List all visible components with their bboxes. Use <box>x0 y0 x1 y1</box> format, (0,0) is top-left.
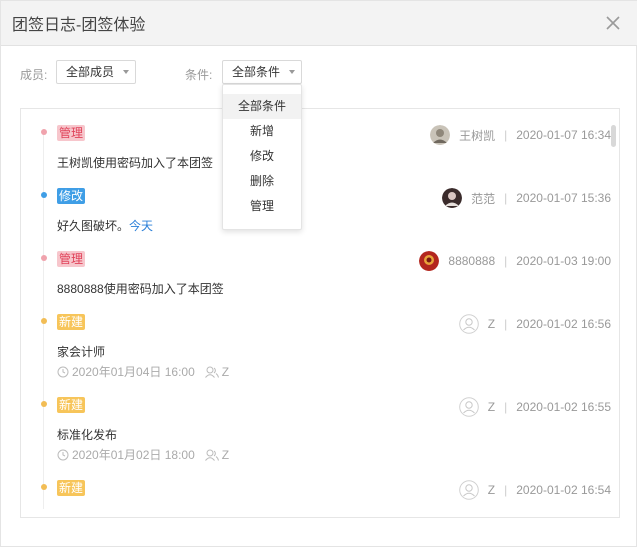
chevron-down-icon <box>123 70 129 74</box>
dropdown-option-manage[interactable]: 管理 <box>223 194 301 219</box>
log-entry: 新建 家会计师 2020年01月04日 16:00 Z Z | 2020-01-… <box>21 314 611 384</box>
entry-meta-right: 8880888 | 2020-01-03 19:00 <box>419 251 611 271</box>
tag-badge: 新建 <box>57 480 86 496</box>
dialog-title: 团签日志-团签体验 <box>12 17 146 34</box>
timeline-dot <box>41 318 47 324</box>
due-date: 2020年01月02日 18:00 <box>72 448 195 462</box>
user-name: Z <box>487 483 496 497</box>
timeline-dot <box>41 129 47 135</box>
timestamp: 2020-01-02 16:56 <box>516 317 611 331</box>
dialog-header: 团签日志-团签体验 <box>1 1 637 46</box>
scrollbar-thumb[interactable] <box>611 125 616 147</box>
entry-meta-right: Z | 2020-01-02 16:54 <box>458 480 611 500</box>
default-user-icon <box>458 480 479 500</box>
timeline-dot <box>41 401 47 407</box>
avatar <box>442 188 463 208</box>
tag-badge: 修改 <box>57 188 86 204</box>
due-date: 2020年01月04日 16:00 <box>72 365 195 379</box>
tag-badge: 管理 <box>57 251 86 267</box>
log-entry: 管理 8880888使用密码加入了本团签 8880888 | 2020-01-0… <box>21 251 611 301</box>
condition-select[interactable]: 全部条件 <box>222 60 302 84</box>
separator: | <box>504 128 508 142</box>
separator: | <box>504 191 508 205</box>
default-user-icon <box>458 314 479 334</box>
entry-content: 好久图破坏。今天 <box>57 219 154 233</box>
entry-details: 2020年01月04日 16:00 Z <box>57 363 229 380</box>
separator: | <box>504 483 508 497</box>
timeline-dot <box>41 192 47 198</box>
assignee-icon <box>204 449 219 461</box>
clock-icon <box>57 366 69 377</box>
separator: | <box>504 400 508 414</box>
entry-meta-right: 王树凯 | 2020-01-07 16:34 <box>430 125 611 145</box>
user-name: Z <box>487 317 496 331</box>
dropdown-option-modify[interactable]: 修改 <box>223 144 301 169</box>
tag-badge: 新建 <box>57 397 86 413</box>
avatar <box>430 125 451 145</box>
avatar <box>419 251 440 271</box>
condition-select-value: 全部条件 <box>232 65 281 79</box>
timeline-dot <box>41 255 47 261</box>
assignee-icon <box>204 366 219 378</box>
log-entry: 新建 Z | 2020-01-02 16:54 <box>21 480 611 510</box>
log-list-panel[interactable]: 管理 王树凯使用密码加入了本团签 王树凯 | 2020-01-07 16:34 … <box>20 108 620 518</box>
content-link[interactable]: 今天 <box>129 219 153 233</box>
timestamp: 2020-01-07 16:34 <box>516 128 611 142</box>
member-select-value: 全部成员 <box>66 65 115 79</box>
chevron-down-icon <box>289 70 295 74</box>
close-icon[interactable] <box>602 12 624 34</box>
log-entry: 修改 好久图破坏。今天 范范 | 2020-01-07 15:36 <box>21 188 611 238</box>
condition-filter-label: 条件: <box>185 68 213 82</box>
entry-details: 2020年01月02日 18:00 Z <box>57 446 229 463</box>
member-filter-label: 成员: <box>20 68 48 82</box>
user-name: Z <box>487 400 496 414</box>
user-name: 8880888 <box>448 254 496 268</box>
separator: | <box>504 317 508 331</box>
condition-dropdown-menu: 全部条件 新增 修改 删除 管理 <box>222 84 302 230</box>
timestamp: 2020-01-07 15:36 <box>516 191 611 205</box>
separator: | <box>504 254 508 268</box>
entry-content: 家会计师 <box>57 345 106 359</box>
entry-content: 8880888使用密码加入了本团签 <box>57 282 224 296</box>
entry-content: 标准化发布 <box>57 428 118 442</box>
log-entry: 管理 王树凯使用密码加入了本团签 王树凯 | 2020-01-07 16:34 <box>21 125 611 175</box>
entry-meta-right: Z | 2020-01-02 16:55 <box>458 397 611 417</box>
entry-content: 王树凯使用密码加入了本团签 <box>57 156 214 170</box>
clock-icon <box>57 449 69 460</box>
assignee: Z <box>221 447 230 462</box>
assignee: Z <box>221 364 230 379</box>
timeline-dot <box>41 484 47 490</box>
tag-badge: 新建 <box>57 314 86 330</box>
timestamp: 2020-01-03 19:00 <box>516 254 611 268</box>
entry-meta-right: Z | 2020-01-02 16:56 <box>458 314 611 334</box>
user-name: 王树凯 <box>459 128 496 143</box>
timestamp: 2020-01-02 16:55 <box>516 400 611 414</box>
tag-badge: 管理 <box>57 125 86 141</box>
timestamp: 2020-01-02 16:54 <box>516 483 611 497</box>
dropdown-option-all[interactable]: 全部条件 <box>223 94 301 119</box>
default-user-icon <box>458 397 479 417</box>
log-entry: 新建 标准化发布 2020年01月02日 18:00 Z Z | 2020-01… <box>21 397 611 467</box>
entry-meta-right: 范范 | 2020-01-07 15:36 <box>442 188 611 208</box>
dropdown-option-add[interactable]: 新增 <box>223 119 301 144</box>
user-name: 范范 <box>471 191 496 206</box>
dropdown-option-delete[interactable]: 删除 <box>223 169 301 194</box>
log-dialog: 团签日志-团签体验 成员: 全部成员 条件: 全部条件 管理 王树凯使用密码加入… <box>0 0 637 547</box>
member-select[interactable]: 全部成员 <box>56 60 136 84</box>
